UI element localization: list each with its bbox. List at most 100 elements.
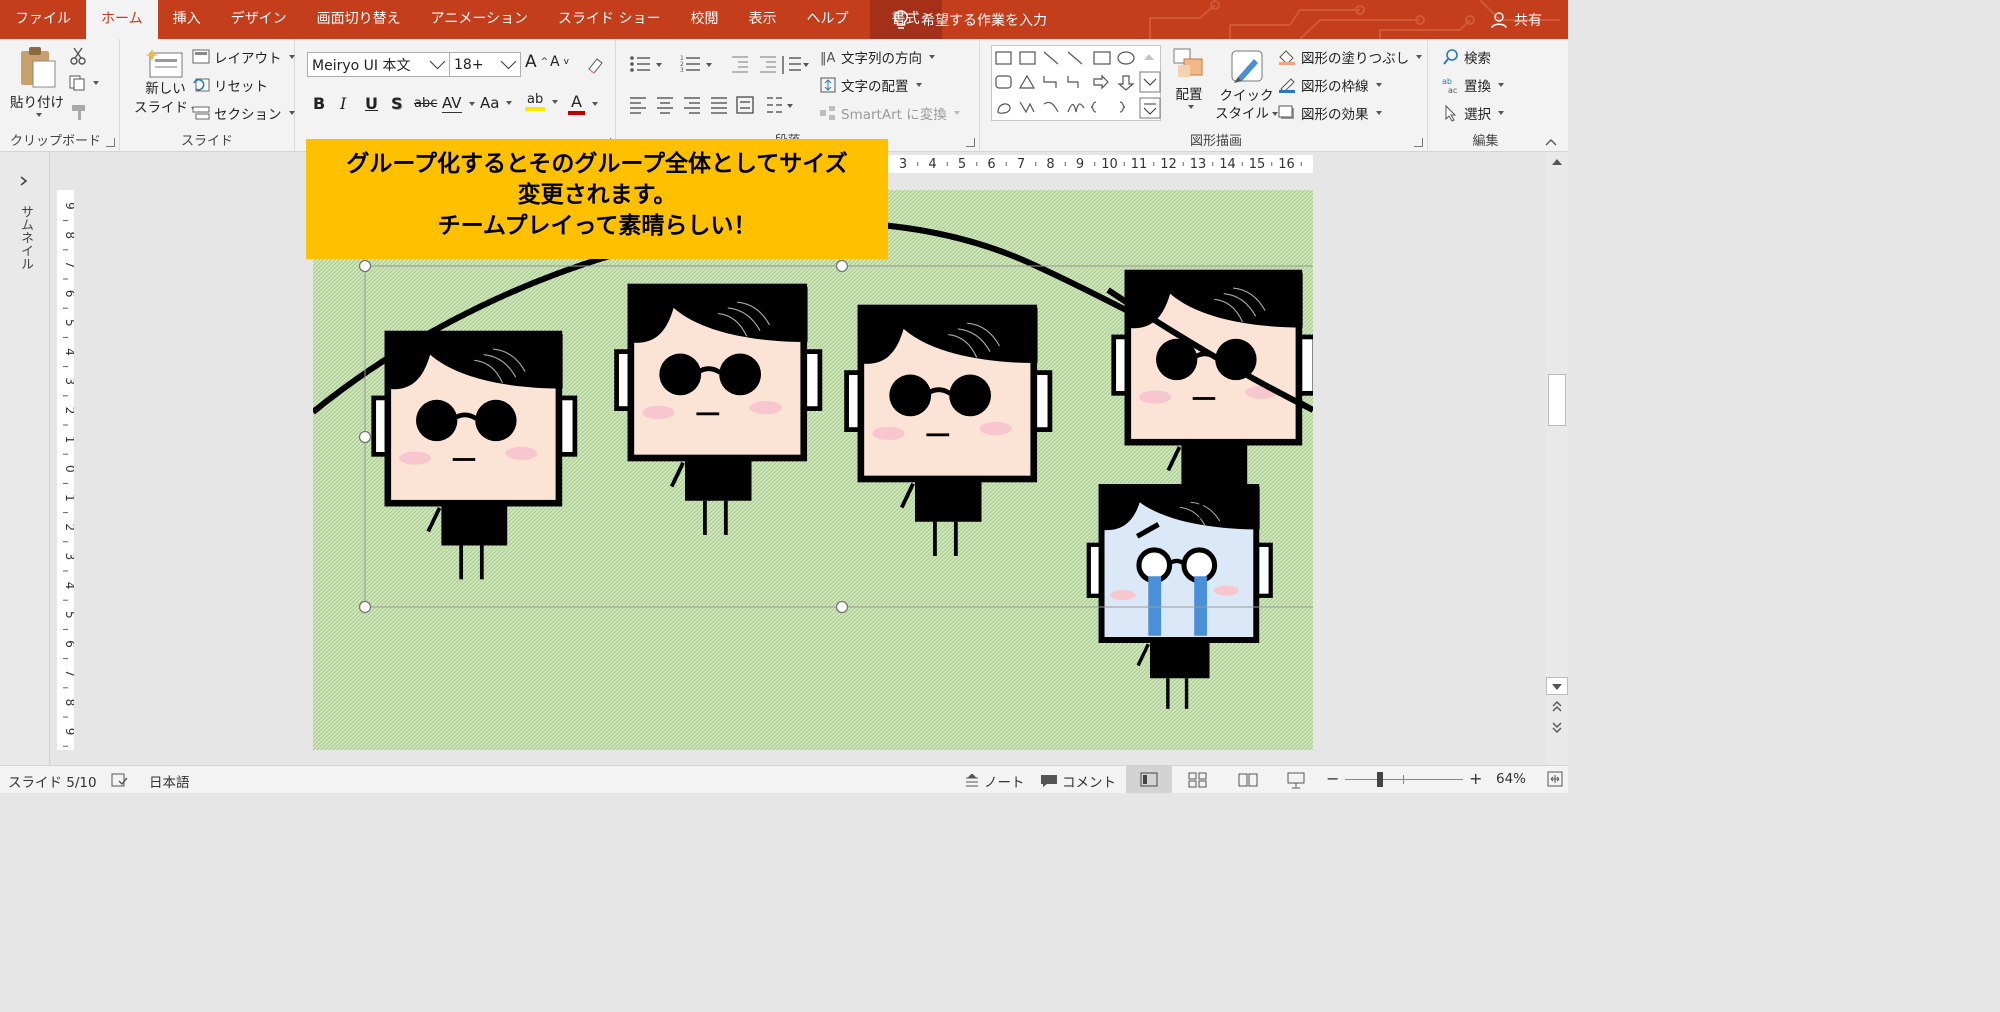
grow-font-button[interactable]: A ^ bbox=[525, 52, 548, 72]
arrange-button[interactable]: 配置 bbox=[1172, 47, 1206, 109]
zoom-slider-thumb[interactable] bbox=[1377, 772, 1383, 787]
callout-box[interactable]: グループ化するとそのグループ全体としてサイズ 変更されます。 チームプレイって素… bbox=[306, 139, 888, 259]
underline-button[interactable]: U bbox=[365, 94, 378, 113]
zoom-slider-track[interactable] bbox=[1345, 779, 1463, 780]
alignment-icons[interactable] bbox=[629, 95, 809, 115]
chevron-down-icon[interactable] bbox=[500, 53, 517, 70]
powerpoint-window: ファイル ホーム 挿入 デザイン 画面切り替え アニメーション スライド ショー 校閲 表示 ヘル… bbox=[0, 0, 1568, 793]
smartart-convert-button[interactable]: SmartArt に変換 bbox=[819, 103, 960, 123]
text-direction-button[interactable]: ‖A 文字列の方向 bbox=[819, 47, 935, 67]
vertical-scrollbar[interactable] bbox=[1546, 152, 1568, 765]
shape-fill-button[interactable]: 図形の塗りつぶし bbox=[1277, 47, 1423, 67]
new-slide-button[interactable]: 新しい スライド bbox=[134, 47, 197, 117]
comments-button[interactable]: コメント bbox=[1040, 771, 1116, 791]
tab-design[interactable]: デザイン bbox=[216, 0, 302, 39]
scroll-down-button[interactable] bbox=[1546, 677, 1568, 695]
strikethrough-button[interactable]: abc bbox=[414, 96, 437, 111]
resize-handle-s[interactable] bbox=[835, 600, 849, 614]
paste-dropdown-caret[interactable] bbox=[35, 113, 42, 117]
tell-me-box[interactable]: 希望する作業を入力 bbox=[893, 0, 1047, 39]
clipboard-dialog-launcher[interactable] bbox=[106, 138, 115, 147]
font-size-combo[interactable]: 18+ bbox=[449, 52, 521, 77]
chevron-down-icon[interactable] bbox=[429, 53, 446, 70]
resize-handle-sw[interactable] bbox=[358, 600, 372, 614]
reset-button[interactable]: リセット bbox=[192, 75, 268, 95]
line-spacing-icon[interactable] bbox=[779, 54, 809, 76]
callout-line-2: 変更されます。 bbox=[517, 182, 677, 208]
slide-sorter-icon[interactable] bbox=[1188, 772, 1208, 788]
replace-button[interactable]: ab ac 置換 bbox=[1442, 75, 1504, 95]
select-button[interactable]: 選択 bbox=[1442, 103, 1504, 123]
shape-outline-button[interactable]: 図形の枠線 bbox=[1277, 75, 1382, 95]
tab-home[interactable]: ホーム bbox=[86, 0, 158, 39]
cut-icon[interactable] bbox=[69, 47, 87, 65]
hruler-tick-label: 8 bbox=[1046, 157, 1054, 172]
notes-button[interactable]: ノート bbox=[964, 771, 1025, 791]
language-indicator[interactable]: 日本語 bbox=[149, 771, 190, 791]
copy-icon[interactable] bbox=[69, 75, 99, 91]
share-button[interactable]: 共有 bbox=[1490, 0, 1542, 39]
section-label: セクション bbox=[214, 107, 282, 123]
tab-slideshow[interactable]: スライド ショー bbox=[543, 0, 675, 39]
resize-handle-w[interactable] bbox=[358, 430, 372, 444]
group-font: Meiryo UI 本文 18+ A ^ Av B I U S abc AV Aa… bbox=[300, 39, 616, 152]
tab-view[interactable]: 表示 bbox=[734, 0, 792, 39]
zoom-in-button[interactable]: + bbox=[1469, 771, 1482, 787]
paragraph-dialog-launcher[interactable] bbox=[966, 138, 975, 147]
shape-effects-button[interactable]: 図形の効果 bbox=[1277, 103, 1382, 123]
next-slide-icon[interactable] bbox=[1551, 720, 1563, 734]
tab-transitions[interactable]: 画面切り替え bbox=[302, 0, 416, 39]
notes-label: ノート bbox=[984, 775, 1025, 791]
group-slides: 新しい スライド レイアウト リセット セクション スライド bbox=[120, 39, 295, 152]
strike-glyph: abc bbox=[414, 96, 438, 111]
shrink-font-glyph: A bbox=[550, 54, 560, 70]
chevron-right-icon[interactable] bbox=[18, 175, 30, 187]
svg-text:ab: ab bbox=[1442, 77, 1452, 86]
text-shadow-button[interactable]: S bbox=[391, 94, 403, 113]
zoom-level[interactable]: 64% bbox=[1496, 771, 1526, 787]
slide-canvas[interactable] bbox=[313, 190, 1313, 750]
vruler-tick-label: 3 bbox=[63, 377, 74, 385]
accessibility-check-icon[interactable] bbox=[110, 772, 128, 788]
paste-button[interactable]: 貼り付け bbox=[10, 45, 64, 117]
resize-handle-n[interactable] bbox=[835, 259, 849, 273]
clear-formatting-icon[interactable] bbox=[585, 55, 605, 75]
previous-slide-icon[interactable] bbox=[1551, 700, 1563, 714]
scroll-up-icon[interactable] bbox=[1551, 157, 1563, 167]
font-name-combo[interactable]: Meiryo UI 本文 bbox=[307, 52, 450, 77]
slideshow-icon[interactable] bbox=[1286, 771, 1306, 789]
format-painter-icon[interactable] bbox=[70, 103, 90, 121]
section-button[interactable]: セクション bbox=[192, 103, 295, 123]
tab-review[interactable]: 校閲 bbox=[676, 0, 734, 39]
collapse-ribbon-icon[interactable] bbox=[1544, 137, 1558, 147]
font-color-button[interactable]: A bbox=[568, 92, 598, 115]
align-text-button[interactable]: 文字の配置 bbox=[819, 75, 922, 95]
hruler-tick-label: 4 bbox=[928, 157, 936, 172]
find-button[interactable]: 検索 bbox=[1442, 47, 1491, 67]
fit-to-window-icon[interactable] bbox=[1547, 771, 1563, 787]
bold-button[interactable]: B bbox=[313, 94, 325, 113]
drawing-dialog-launcher[interactable] bbox=[1414, 138, 1423, 147]
zoom-out-button[interactable]: − bbox=[1326, 771, 1339, 787]
layout-button[interactable]: レイアウト bbox=[192, 47, 295, 67]
group-clipboard: 貼り付け クリップボード bbox=[0, 39, 120, 152]
italic-glyph: I bbox=[340, 94, 347, 113]
share-label: 共有 bbox=[1514, 12, 1542, 29]
tab-insert[interactable]: 挿入 bbox=[158, 0, 216, 39]
shapes-gallery[interactable] bbox=[991, 45, 1161, 121]
resize-handle-nw[interactable] bbox=[358, 259, 372, 273]
normal-view-button[interactable] bbox=[1126, 766, 1172, 793]
character-spacing-button[interactable]: AV bbox=[442, 94, 475, 113]
reading-view-icon[interactable] bbox=[1238, 772, 1258, 788]
list-and-indent-icons[interactable]: 123 bbox=[628, 54, 798, 74]
tab-animations[interactable]: アニメーション bbox=[416, 0, 543, 39]
change-case-button[interactable]: Aa bbox=[480, 94, 513, 112]
highlight-button[interactable]: ab bbox=[525, 92, 559, 111]
tab-file[interactable]: ファイル bbox=[0, 0, 86, 39]
scroll-thumb[interactable] bbox=[1548, 374, 1566, 426]
quick-styles-button[interactable]: クイック スタイル bbox=[1215, 47, 1278, 123]
shrink-font-button[interactable]: Av bbox=[550, 54, 569, 70]
tab-help[interactable]: ヘルプ bbox=[792, 0, 864, 39]
italic-button[interactable]: I bbox=[340, 94, 346, 113]
vruler-tick-label: 4 bbox=[63, 582, 74, 590]
